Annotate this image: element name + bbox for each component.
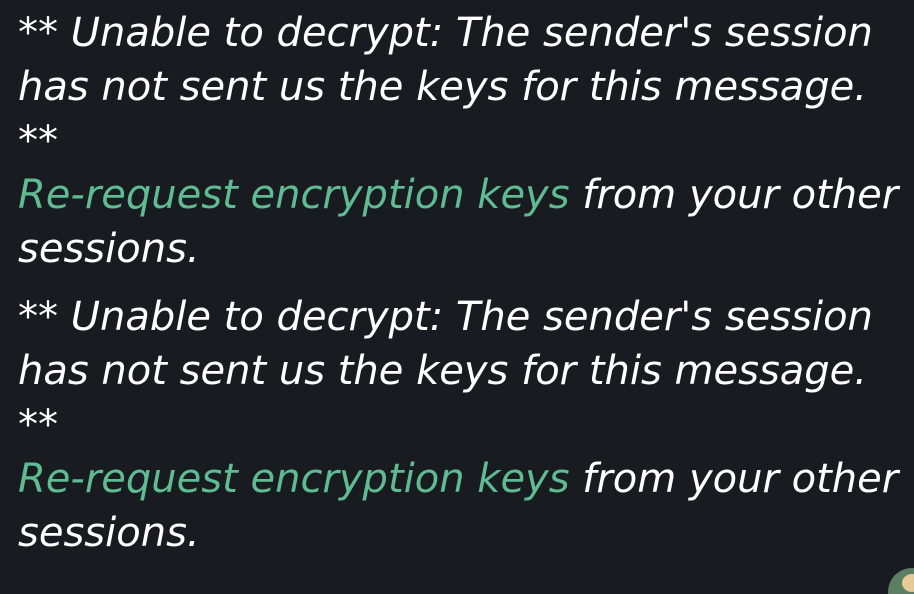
key-request-line: Re-request encryption keys from your oth…: [18, 452, 908, 560]
undecryptable-message: ** Unable to decrypt: The sender's sessi…: [18, 290, 908, 560]
avatar[interactable]: [888, 568, 914, 594]
decryption-error-text: ** Unable to decrypt: The sender's sessi…: [18, 10, 873, 164]
rerequest-keys-link[interactable]: Re-request encryption keys: [18, 172, 570, 218]
message-timeline: ** Unable to decrypt: The sender's sessi…: [18, 6, 908, 560]
undecryptable-message: ** Unable to decrypt: The sender's sessi…: [18, 6, 908, 276]
rerequest-keys-link[interactable]: Re-request encryption keys: [18, 456, 570, 502]
key-request-line: Re-request encryption keys from your oth…: [18, 168, 908, 276]
decryption-error-text: ** Unable to decrypt: The sender's sessi…: [18, 294, 873, 448]
